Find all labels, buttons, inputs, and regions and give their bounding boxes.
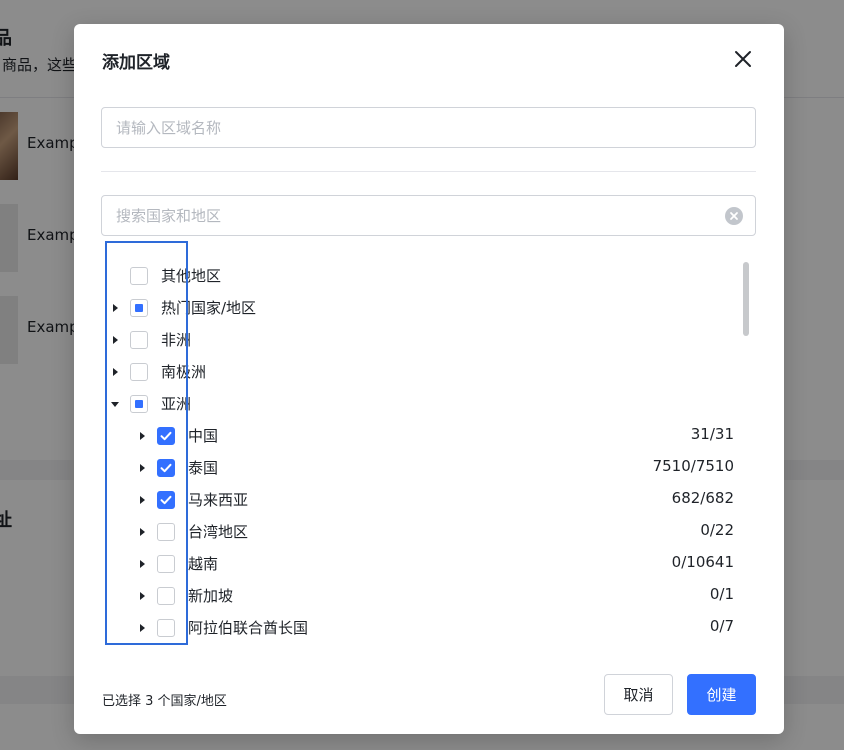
caret-right-icon — [140, 560, 145, 568]
caret-down-icon — [111, 402, 119, 407]
indeterminate-mark — [135, 304, 143, 312]
expand-toggle[interactable] — [137, 463, 147, 473]
tree-node-label: 南极洲 — [161, 363, 207, 381]
tree-node[interactable]: 马来西亚 682/682 — [101, 484, 741, 516]
tree-node-count: 0/7 — [709, 617, 734, 635]
expand-toggle[interactable] — [137, 591, 147, 601]
clear-search-button[interactable] — [725, 207, 743, 225]
check-icon — [160, 431, 172, 441]
expand-toggle[interactable] — [110, 303, 120, 313]
tree-node-checkbox[interactable] — [157, 555, 175, 573]
tree-node-label: 阿拉伯联合酋长国 — [188, 619, 309, 637]
cancel-button[interactable]: 取消 — [604, 674, 673, 715]
tree-node-label: 非洲 — [161, 331, 192, 349]
expand-toggle[interactable] — [110, 335, 120, 345]
section-divider — [101, 171, 756, 172]
tree-node-label: 中国 — [188, 427, 219, 445]
tree-node[interactable]: 南极洲 — [101, 356, 741, 388]
close-icon — [735, 51, 751, 67]
clear-circle-icon — [730, 212, 738, 220]
tree-node-checkbox[interactable] — [130, 299, 148, 317]
tree-node-checkbox[interactable] — [157, 619, 175, 637]
tree-scrollbar-thumb[interactable] — [743, 262, 749, 336]
tree-node[interactable]: 非洲 — [101, 324, 741, 356]
tree-node-checkbox[interactable] — [157, 523, 175, 541]
tree-node-label: 热门国家/地区 — [161, 299, 257, 317]
create-button[interactable]: 创建 — [687, 674, 756, 715]
caret-right-icon — [113, 304, 118, 312]
region-tree: 其他地区热门国家/地区 非洲南极洲亚洲中国 31/31 泰国 7510/7510 马来西亚… — [101, 256, 756, 644]
tree-node[interactable]: 越南 0/10641 — [101, 548, 741, 580]
region-name-input[interactable] — [101, 107, 756, 148]
tree-node[interactable]: 阿拉伯联合酋长国 0/7 — [101, 612, 741, 644]
country-search-input[interactable] — [102, 196, 755, 235]
tree-node[interactable]: 泰国 7510/7510 — [101, 452, 741, 484]
expand-toggle[interactable] — [137, 431, 147, 441]
tree-node-checkbox[interactable] — [130, 331, 148, 349]
tree-node[interactable]: 热门国家/地区 — [101, 292, 741, 324]
tree-node-label: 亚洲 — [161, 395, 192, 413]
tree-node[interactable]: 其他地区 — [101, 260, 741, 292]
expand-toggle[interactable] — [137, 559, 147, 569]
caret-right-icon — [140, 464, 145, 472]
tree-node-label: 其他地区 — [161, 267, 222, 285]
tree-node[interactable]: 台湾地区 0/22 — [101, 516, 741, 548]
tree-node-label: 新加坡 — [188, 587, 234, 605]
tree-node-label: 泰国 — [188, 459, 219, 477]
selection-summary: 已选择 3 个国家/地区 — [102, 694, 227, 709]
expand-toggle[interactable] — [137, 527, 147, 537]
tree-node-count: 682/682 — [671, 489, 734, 507]
tree-node[interactable]: 亚洲 — [101, 388, 741, 420]
expand-toggle[interactable] — [137, 495, 147, 505]
tree-node-checkbox[interactable] — [157, 491, 175, 509]
tree-node-checkbox[interactable] — [130, 363, 148, 381]
tree-node-checkbox[interactable] — [130, 267, 148, 285]
tree-scrollbar[interactable] — [740, 260, 752, 644]
caret-right-icon — [113, 368, 118, 376]
tree-node-count: 0/10641 — [671, 553, 734, 571]
tree-node-checkbox[interactable] — [130, 395, 148, 413]
tree-node-count: 7510/7510 — [652, 457, 734, 475]
tree-node-count: 0/22 — [700, 521, 734, 539]
caret-right-icon — [140, 432, 145, 440]
caret-right-icon — [140, 528, 145, 536]
caret-right-icon — [140, 624, 145, 632]
caret-right-icon — [140, 592, 145, 600]
tree-node-count: 31/31 — [690, 425, 734, 443]
tree-node-label: 台湾地区 — [188, 523, 249, 541]
close-button[interactable] — [732, 48, 754, 70]
check-icon — [160, 495, 172, 505]
expand-toggle-open[interactable] — [110, 399, 120, 409]
tree-node-checkbox[interactable] — [157, 427, 175, 445]
tree-node[interactable]: 新加坡 0/1 — [101, 580, 741, 612]
check-icon — [160, 463, 172, 473]
dialog-title: 添加区域 — [102, 53, 170, 73]
tree-node-label: 越南 — [188, 555, 219, 573]
tree-node-count: 0/1 — [709, 585, 734, 603]
tree-node-label: 马来西亚 — [188, 491, 249, 509]
country-search-field — [101, 195, 756, 236]
indeterminate-mark — [135, 400, 143, 408]
expand-toggle[interactable] — [110, 367, 120, 377]
tree-node-checkbox[interactable] — [157, 459, 175, 477]
caret-right-icon — [140, 496, 145, 504]
caret-right-icon — [113, 336, 118, 344]
tree-node[interactable]: 中国 31/31 — [101, 420, 741, 452]
add-region-dialog: 添加区域 其他地区热门国家/地区非洲南极洲亚洲中国 31/31 泰国 7510/751… — [74, 24, 784, 734]
expand-toggle[interactable] — [137, 623, 147, 633]
tree-node-checkbox[interactable] — [157, 587, 175, 605]
